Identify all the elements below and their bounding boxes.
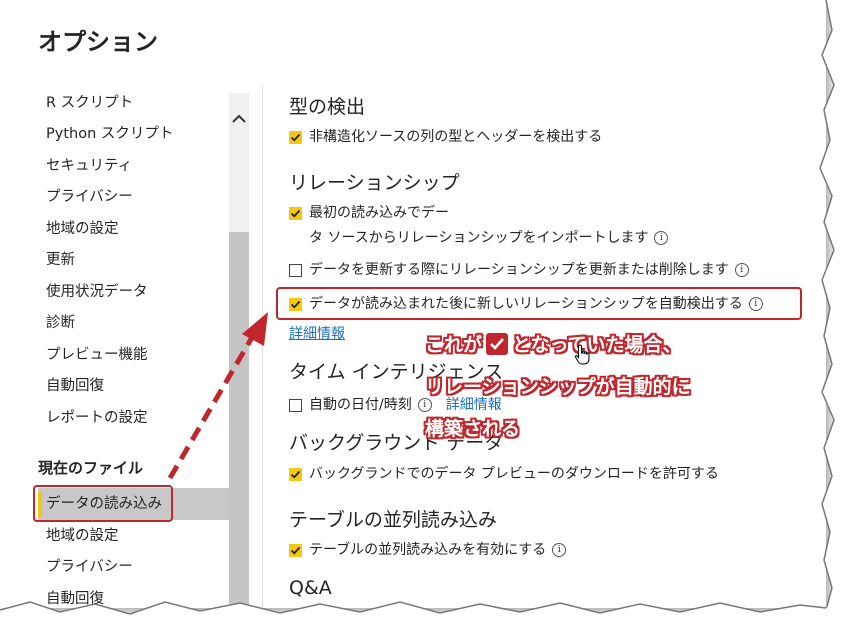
current-file-header: 現在のファイル bbox=[38, 459, 144, 477]
torn-edge-right bbox=[819, 0, 857, 644]
annotation-line1: これが となっていた場合、 bbox=[425, 330, 682, 357]
section-title-relationships: リレーションシップ bbox=[289, 172, 460, 194]
relationships-learn-more[interactable]: 詳細情報 bbox=[289, 324, 345, 344]
nav-item-file-regional[interactable]: 地域の設定 bbox=[46, 526, 119, 546]
nav-item-python-script[interactable]: Python スクリプト bbox=[46, 124, 173, 144]
info-icon[interactable]: i bbox=[734, 263, 749, 277]
section-title-parallel-loading: テーブルの並列読み込み bbox=[289, 509, 497, 531]
option-label: 非構造化ソースの列の型とヘッダーを検出する bbox=[309, 129, 603, 145]
torn-edge-bottom bbox=[0, 596, 857, 644]
nav-item-auto-recovery[interactable]: 自動回復 bbox=[46, 376, 104, 396]
checkbox-checked-icon[interactable] bbox=[289, 130, 302, 144]
option-label-line1: 最初の読み込みでデー bbox=[309, 205, 449, 221]
checkbox-checked-icon[interactable] bbox=[289, 543, 302, 557]
nav-item-security[interactable]: セキュリティ bbox=[46, 156, 132, 176]
option-background-preview[interactable]: バックグランドでのデータ プレビューのダウンロードを許可する bbox=[289, 464, 719, 484]
option-label: 自動の日付/時刻 bbox=[309, 397, 412, 413]
option-update-relationships[interactable]: データを更新する際にリレーションシップを更新または削除します i bbox=[289, 260, 749, 280]
learn-more-link[interactable]: 詳細情報 bbox=[289, 324, 345, 344]
checkbox-unchecked-icon[interactable] bbox=[289, 263, 302, 277]
nav-item-usage-data[interactable]: 使用状況データ bbox=[46, 282, 148, 302]
nav-item-regional[interactable]: 地域の設定 bbox=[46, 219, 119, 239]
option-parallel-loading[interactable]: テーブルの並列読み込みを有効にする i bbox=[289, 540, 567, 560]
option-label-line2: タ ソースからリレーションシップをインポートします bbox=[309, 230, 649, 246]
nav-item-report-settings[interactable]: レポートの設定 bbox=[46, 408, 148, 428]
section-title-type-detection: 型の検出 bbox=[289, 96, 366, 118]
option-import-relationships-cont: タ ソースからリレーションシップをインポートします i bbox=[309, 228, 669, 248]
nav-item-updates[interactable]: 更新 bbox=[46, 250, 75, 270]
annotation-text-before: これが bbox=[425, 334, 483, 356]
annotation-arrow bbox=[167, 312, 268, 480]
option-highlight-box bbox=[276, 287, 802, 320]
option-detect-types[interactable]: 非構造化ソースの列の型とヘッダーを検出する bbox=[289, 127, 602, 147]
nav-item-file-privacy[interactable]: プライバシー bbox=[46, 557, 133, 577]
info-icon[interactable]: i bbox=[552, 543, 567, 557]
checkbox-checked-icon[interactable] bbox=[289, 467, 302, 481]
annotation-line3: 構築される bbox=[425, 418, 521, 440]
checkbox-unchecked-icon[interactable] bbox=[289, 398, 302, 412]
annotation-text-after: となっていた場合、 bbox=[512, 334, 682, 356]
checkbox-checked-icon[interactable] bbox=[289, 206, 302, 220]
nav-item-preview-features[interactable]: プレビュー機能 bbox=[46, 345, 148, 365]
option-label: テーブルの並列読み込みを有効にする bbox=[309, 542, 547, 558]
nav-item-diagnostics[interactable]: 診断 bbox=[46, 313, 75, 333]
hand-cursor-icon bbox=[574, 344, 590, 365]
option-label: バックグランドでのデータ プレビューのダウンロードを許可する bbox=[309, 466, 719, 482]
scroll-up-button[interactable] bbox=[229, 108, 249, 128]
option-label: データを更新する際にリレーションシップを更新または削除します bbox=[309, 262, 729, 278]
option-import-relationships[interactable]: 最初の読み込みでデー bbox=[289, 203, 449, 223]
info-icon[interactable]: i bbox=[417, 398, 432, 412]
chevron-up-icon bbox=[232, 114, 246, 123]
annotation-line2: リレーションシップが自動的に bbox=[425, 376, 691, 398]
annotation-check-icon bbox=[486, 333, 509, 355]
nav-item-privacy[interactable]: プライバシー bbox=[46, 187, 133, 207]
options-dialog: オプション R スクリプト Python スクリプト セキュリティ プライバシー… bbox=[0, 0, 826, 608]
nav-item-r-script[interactable]: R スクリプト bbox=[46, 93, 133, 113]
info-icon[interactable]: i bbox=[654, 231, 669, 245]
